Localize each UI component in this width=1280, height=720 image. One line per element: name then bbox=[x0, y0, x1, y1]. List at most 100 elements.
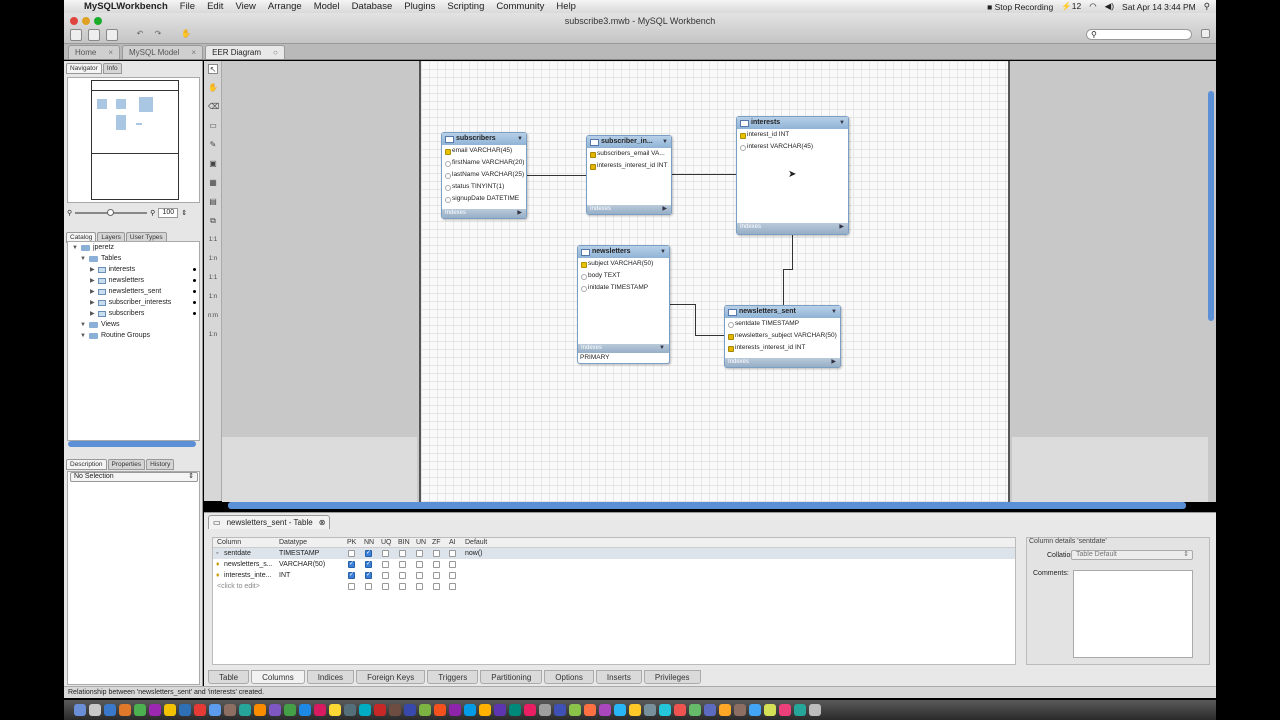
column-row[interactable]: lastName VARCHAR(25) bbox=[442, 169, 526, 181]
table-tool-icon[interactable]: ▦ bbox=[208, 178, 218, 188]
tab-mysql-model[interactable]: MySQL Model × bbox=[122, 45, 204, 59]
column-row[interactable]: subscribers_email VA... bbox=[587, 148, 671, 160]
column-header[interactable]: UN bbox=[416, 538, 426, 548]
zoom-slider-knob[interactable] bbox=[107, 209, 115, 216]
disclosure-open-icon[interactable]: ▼ bbox=[80, 256, 86, 262]
bin-checkbox[interactable] bbox=[399, 561, 406, 568]
indexes-section[interactable]: Indexes ▶ bbox=[442, 209, 526, 218]
close-icon[interactable]: ⊗ bbox=[319, 516, 326, 529]
column-header[interactable]: Column bbox=[217, 538, 241, 548]
dock-app-icon[interactable] bbox=[734, 704, 746, 716]
tree-item-subscriber-interests[interactable]: ▶ subscriber_interests bbox=[90, 299, 198, 306]
dock-app-icon[interactable] bbox=[104, 704, 116, 716]
disclosure-open-icon[interactable]: ▼ bbox=[80, 333, 86, 339]
tab-eer-diagram[interactable]: EER Diagram ○ bbox=[205, 45, 285, 59]
tab-columns[interactable]: Columns bbox=[251, 670, 305, 684]
pointer-tool-icon[interactable]: ↖ bbox=[208, 64, 218, 74]
column-name-cell[interactable]: sentdate bbox=[224, 548, 251, 559]
close-icon[interactable]: × bbox=[191, 46, 196, 59]
column-header[interactable]: UQ bbox=[381, 538, 392, 548]
column-row[interactable]: email VARCHAR(45) bbox=[442, 145, 526, 157]
toggle-grid-icon[interactable]: ✋ bbox=[180, 29, 192, 41]
column-header[interactable]: PK bbox=[347, 538, 356, 548]
dock-app-icon[interactable] bbox=[389, 704, 401, 716]
zf-checkbox[interactable] bbox=[433, 583, 440, 590]
relation-1-n-id-icon[interactable]: 1:n bbox=[208, 292, 218, 302]
nn-checkbox[interactable] bbox=[365, 583, 372, 590]
nn-checkbox[interactable] bbox=[365, 571, 372, 579]
dock-app-icon[interactable] bbox=[239, 704, 251, 716]
ai-checkbox[interactable] bbox=[449, 572, 456, 579]
canvas-vertical-scrollbar[interactable] bbox=[1208, 91, 1214, 321]
column-row[interactable]: interests_interest_id INT bbox=[725, 342, 840, 354]
image-tool-icon[interactable]: ▣ bbox=[208, 159, 218, 169]
column-row[interactable]: interest_id INT bbox=[737, 129, 848, 141]
column-row[interactable]: interests_interest_id INT bbox=[587, 160, 671, 172]
relation-1-1-icon[interactable]: 1:1 bbox=[208, 235, 218, 245]
menu-scripting[interactable]: Scripting bbox=[447, 1, 484, 12]
tab-properties[interactable]: Properties bbox=[107, 459, 146, 470]
column-row[interactable]: newsletters_subject VARCHAR(50) bbox=[725, 330, 840, 342]
open-model-icon[interactable] bbox=[88, 29, 100, 41]
tree-item-newsletters-sent[interactable]: ▶ newsletters_sent bbox=[90, 288, 198, 295]
dock-app-icon[interactable] bbox=[164, 704, 176, 716]
hand-tool-icon[interactable]: ✋ bbox=[208, 83, 218, 93]
nn-checkbox[interactable] bbox=[365, 560, 372, 568]
tree-tables-folder[interactable]: ▼ Tables bbox=[80, 255, 121, 262]
undo-icon[interactable]: ↶ bbox=[134, 29, 146, 41]
collation-dropdown[interactable]: Table Default ⇕ bbox=[1071, 550, 1193, 560]
collapse-arrow-icon[interactable]: ▼ bbox=[831, 306, 837, 318]
relationship-line[interactable] bbox=[671, 174, 737, 175]
dock-app-icon[interactable] bbox=[209, 704, 221, 716]
dock-app-icon[interactable] bbox=[644, 704, 656, 716]
indexes-section[interactable]: Indexes ▶ bbox=[587, 205, 671, 214]
disclosure-closed-icon[interactable]: ▶ bbox=[90, 266, 95, 273]
disclosure-closed-icon[interactable]: ▶ bbox=[90, 310, 95, 317]
expand-arrow-icon[interactable]: ▶ bbox=[517, 209, 522, 218]
menu-help[interactable]: Help bbox=[556, 1, 576, 12]
table-header[interactable]: newsletters_sent ▼ bbox=[725, 306, 840, 318]
dock-app-icon[interactable] bbox=[434, 704, 446, 716]
dock-app-icon[interactable] bbox=[89, 704, 101, 716]
tab-history[interactable]: History bbox=[146, 459, 175, 470]
tab-indices[interactable]: Indices bbox=[306, 670, 355, 684]
tab-info[interactable]: Info bbox=[102, 63, 122, 74]
ai-checkbox[interactable] bbox=[449, 550, 456, 557]
ai-checkbox[interactable] bbox=[449, 561, 456, 568]
new-model-icon[interactable] bbox=[70, 29, 82, 41]
dock-app-icon[interactable] bbox=[134, 704, 146, 716]
clock[interactable]: Sat Apr 14 3:44 PM bbox=[1122, 2, 1196, 12]
relationship-line[interactable] bbox=[527, 175, 589, 176]
dock-app-icon[interactable] bbox=[704, 704, 716, 716]
dock-app-icon[interactable] bbox=[479, 704, 491, 716]
disclosure-closed-icon[interactable]: ▶ bbox=[90, 299, 95, 306]
table-newsletters[interactable]: newsletters ▼ subject VARCHAR(50) body TE… bbox=[577, 245, 670, 364]
dock-app-icon[interactable] bbox=[779, 704, 791, 716]
menu-arrange[interactable]: Arrange bbox=[268, 1, 302, 12]
dock-app-icon[interactable] bbox=[419, 704, 431, 716]
pk-checkbox[interactable] bbox=[348, 560, 355, 568]
column-header[interactable]: ZF bbox=[432, 538, 441, 548]
collapse-arrow-icon[interactable]: ▼ bbox=[517, 133, 523, 145]
dock-app-icon[interactable] bbox=[584, 704, 596, 716]
pk-checkbox[interactable] bbox=[348, 571, 355, 579]
dock-app-icon[interactable] bbox=[284, 704, 296, 716]
tab-table[interactable]: Table bbox=[208, 670, 250, 684]
close-icon[interactable]: ○ bbox=[273, 46, 278, 59]
menu-model[interactable]: Model bbox=[314, 1, 340, 12]
relationship-line[interactable] bbox=[695, 335, 724, 336]
dock-app-icon[interactable] bbox=[509, 704, 521, 716]
tree-schema[interactable]: ▼ jperetz bbox=[72, 244, 114, 251]
column-row[interactable]: initdate TIMESTAMP bbox=[578, 282, 669, 294]
dock-app-icon[interactable] bbox=[449, 704, 461, 716]
menu-plugins[interactable]: Plugins bbox=[404, 1, 435, 12]
collapse-arrow-icon[interactable]: ▼ bbox=[839, 117, 845, 129]
diagram-navigator[interactable] bbox=[67, 77, 200, 203]
column-row[interactable]: interest VARCHAR(45) bbox=[737, 141, 848, 153]
tab-table-editor[interactable]: ▭ newsletters_sent - Table ⊗ bbox=[208, 515, 331, 529]
dock-app-icon[interactable] bbox=[629, 704, 641, 716]
indexes-section[interactable]: Indexes ▼ bbox=[578, 344, 669, 353]
routine-tool-icon[interactable]: ⧉ bbox=[208, 216, 218, 226]
default-cell[interactable]: now() bbox=[465, 548, 483, 559]
dock-app-icon[interactable] bbox=[614, 704, 626, 716]
